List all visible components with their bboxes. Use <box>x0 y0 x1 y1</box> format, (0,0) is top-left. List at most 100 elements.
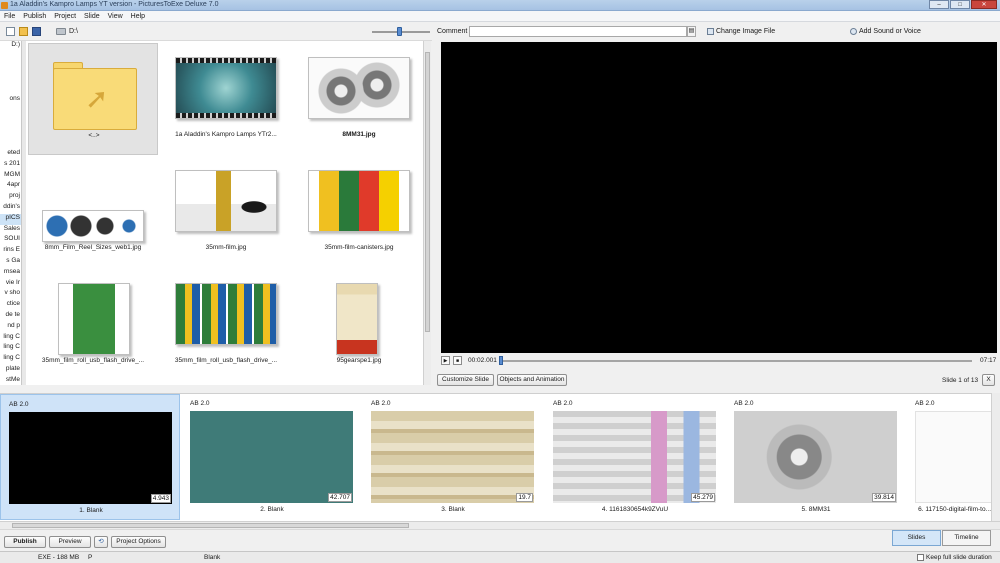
strip-horizontal-scrollbar[interactable] <box>0 521 1000 529</box>
tree-item[interactable]: s Ga <box>0 257 21 268</box>
slide-counter: Slide 1 of 13 <box>942 377 979 384</box>
comment-label: Comment <box>437 28 468 35</box>
publish-button[interactable]: Publish <box>4 536 46 548</box>
tree-item[interactable] <box>0 73 21 84</box>
comment-edit-button[interactable]: ▤ <box>687 26 696 37</box>
file-tile-parent-folder[interactable]: ➚ <..> <box>28 43 158 155</box>
tree-item[interactable]: ctice <box>0 300 21 311</box>
comment-input[interactable] <box>469 26 687 37</box>
tree-item[interactable]: ling C <box>0 333 21 344</box>
open-folder-icon[interactable] <box>19 27 28 36</box>
tree-item[interactable] <box>0 63 21 74</box>
tree-item[interactable]: plate <box>0 365 21 376</box>
slide-caption: 3. Blank <box>441 506 465 513</box>
close-button[interactable]: ✕ <box>971 0 997 9</box>
tree-item[interactable]: 4apr <box>0 181 21 192</box>
slide-caption: 2. Blank <box>260 506 284 513</box>
slide-item[interactable]: AB 2.0 45.279 4. 1161830654k9ZVuU <box>545 394 725 520</box>
status-slide-name: Blank <box>204 554 221 561</box>
tree-item-selected[interactable]: pICS <box>0 213 21 225</box>
rotate-button[interactable]: ⟲ <box>94 536 108 548</box>
folder-tree[interactable]: D:) ons eted s 201 MGM 4apr proj ddin's … <box>0 41 22 385</box>
tree-item[interactable]: MGM <box>0 171 21 182</box>
tree-item[interactable] <box>0 84 21 95</box>
tree-item[interactable]: nd p <box>0 322 21 333</box>
slide-item[interactable]: AB 2.0 42.707 2. Blank <box>182 394 362 520</box>
tree-item[interactable]: Sales <box>0 225 21 236</box>
playback-timeline[interactable] <box>500 360 972 362</box>
slide-item[interactable]: AB 2.0 6. 117150-digital-film-to... <box>907 394 991 520</box>
tree-item[interactable]: D:) <box>0 41 21 52</box>
tree-item[interactable] <box>0 52 21 63</box>
tree-item[interactable] <box>0 138 21 149</box>
slide-caption: 4. 1161830654k9ZVuU <box>601 506 669 513</box>
tree-item[interactable]: stMe <box>0 376 21 385</box>
save-icon[interactable] <box>32 27 41 36</box>
menu-slide[interactable]: Slide <box>80 11 104 21</box>
browser-scrollbar[interactable] <box>423 41 431 385</box>
keep-full-duration-label: Keep full slide duration <box>926 554 992 561</box>
drive-icon <box>56 28 66 35</box>
keep-full-duration-checkbox[interactable] <box>917 554 924 561</box>
file-browser: ➚ <..> 1a Aladdin's Kampro Lamps YTr2...… <box>26 41 423 385</box>
tree-item[interactable]: de te <box>0 311 21 322</box>
customize-slide-button[interactable]: Customize Slide <box>437 374 494 386</box>
slide-caption: 5. 8MM31 <box>801 506 831 513</box>
tree-item[interactable]: ddin's <box>0 203 21 214</box>
tree-item[interactable]: proj <box>0 192 21 203</box>
file-tile[interactable]: 1a Aladdin's Kampro Lamps YTr2... <box>161 43 291 155</box>
tree-item[interactable]: ons <box>0 95 21 106</box>
preview-button[interactable]: Preview <box>49 536 91 548</box>
minimize-button[interactable]: – <box>929 0 949 9</box>
file-tile[interactable]: 35mm_film_roll_usb_flash_drive_... <box>161 269 291 381</box>
slide-item[interactable]: AB 2.0 39.814 5. 8MM31 <box>726 394 906 520</box>
tree-item[interactable]: rnsea <box>0 268 21 279</box>
file-label: 1a Aladdin's Kampro Lamps YTr2... <box>175 131 277 138</box>
tree-item[interactable]: v sho <box>0 289 21 300</box>
tree-item[interactable]: s 201 <box>0 160 21 171</box>
tree-item[interactable]: ling C <box>0 354 21 365</box>
file-tile[interactable]: 35mm-film-canisters.jpg <box>294 156 424 268</box>
add-sound-button[interactable]: Add Sound or Voice <box>850 28 921 35</box>
file-tile[interactable]: 35mm_film_roll_usb_flash_drive_... <box>28 269 158 381</box>
strip-vertical-scrollbar[interactable] <box>991 393 1000 521</box>
tree-item[interactable]: vie Ir <box>0 279 21 290</box>
new-project-icon[interactable] <box>6 27 15 36</box>
change-image-button[interactable]: Change Image File <box>707 28 775 35</box>
project-options-button[interactable]: Project Options <box>111 536 166 548</box>
play-icon[interactable]: ▶ <box>441 356 450 365</box>
playback-position-thumb[interactable] <box>499 356 503 365</box>
stop-icon[interactable]: ■ <box>453 356 462 365</box>
file-tile[interactable]: 35mm-film.jpg <box>161 156 291 268</box>
tree-item[interactable]: rins E <box>0 246 21 257</box>
maximize-button[interactable]: □ <box>950 0 970 9</box>
file-label: 35mm-film.jpg <box>205 244 247 251</box>
close-preview-button[interactable]: X <box>982 374 995 386</box>
file-tile[interactable]: 8mm_Film_Reel_Sizes_web1.jpg <box>28 156 158 268</box>
title-bar: 1a Aladdin's Kampro Lamps YT version - P… <box>0 0 1000 11</box>
file-tile[interactable]: 8MM31.jpg <box>294 43 424 155</box>
tree-item[interactable]: eted <box>0 149 21 160</box>
thumbnail-size-slider-thumb[interactable] <box>397 27 402 36</box>
objects-animation-button[interactable]: Objects and Animation <box>497 374 567 386</box>
slide-caption: 6. 117150-digital-film-to... <box>918 506 991 513</box>
slide-item[interactable]: AB 2.0 4.943 1. Blank <box>0 394 180 520</box>
tab-slides[interactable]: Slides <box>892 530 941 546</box>
tree-item[interactable] <box>0 106 21 117</box>
menu-help[interactable]: Help <box>127 11 149 21</box>
menu-file[interactable]: File <box>0 11 19 21</box>
slide-duration: 39.814 <box>872 493 896 502</box>
file-tile[interactable]: 95gearspe1.jpg <box>294 269 424 381</box>
file-label: 8MM31.jpg <box>342 131 376 138</box>
slide-item[interactable]: AB 2.0 19.7 3. Blank <box>363 394 543 520</box>
tab-timeline[interactable]: Timeline <box>942 530 991 546</box>
menu-view[interactable]: View <box>104 11 127 21</box>
tree-item[interactable] <box>0 127 21 138</box>
tree-item[interactable] <box>0 117 21 128</box>
tree-item[interactable]: ling C <box>0 343 21 354</box>
slide-meta: AB 2.0 <box>190 400 210 407</box>
tree-item[interactable]: SOUI <box>0 235 21 246</box>
menu-project[interactable]: Project <box>50 11 80 21</box>
slide-preview[interactable] <box>441 42 997 353</box>
menu-publish[interactable]: Publish <box>19 11 50 21</box>
